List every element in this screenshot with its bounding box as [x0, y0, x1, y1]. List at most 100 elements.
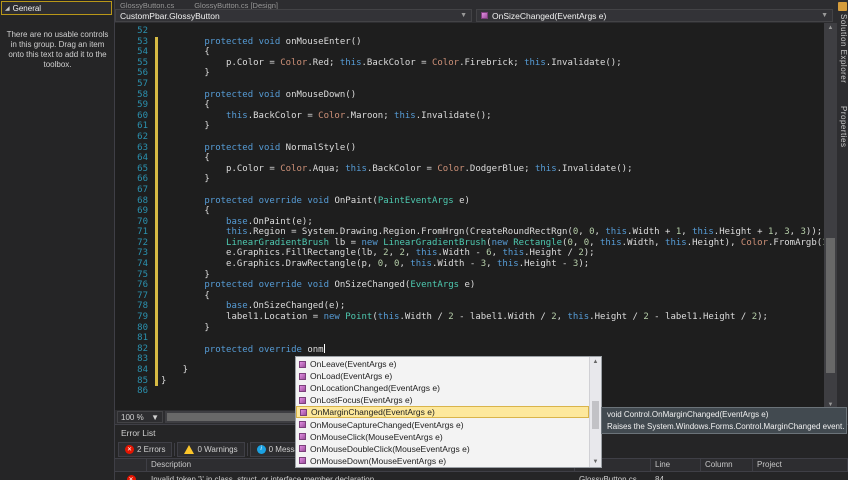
line-number: 67 [137, 184, 148, 195]
intellisense-tooltip: void Control.OnMarginChanged(EventArgs e… [601, 407, 847, 434]
line-number: 79 [137, 312, 148, 323]
code-line[interactable]: 80 } [115, 322, 824, 334]
change-tracking-bar [155, 237, 158, 249]
code-line[interactable]: 64 { [115, 153, 824, 164]
code-line[interactable]: 82 protected override onm [115, 343, 824, 355]
line-number: 64 [137, 153, 148, 164]
line-number: 59 [137, 100, 148, 111]
toolbox-group-general[interactable]: ◢ General [1, 1, 112, 15]
change-tracking-bar [155, 343, 158, 355]
code-line[interactable]: 68 protected override void OnPaint(Paint… [115, 195, 824, 207]
editor-vertical-scrollbar[interactable]: ▲ ▼ [824, 23, 837, 410]
code-line[interactable]: 79 label1.Location = new Point(this.Widt… [115, 312, 824, 323]
code-editor[interactable]: 52 53 protected void onMouseEnter() 54 {55… [115, 23, 824, 410]
code-line[interactable]: 57 [115, 78, 824, 90]
code-line[interactable]: 54 { [115, 47, 824, 58]
code-line[interactable]: 55 p.Color = Color.Red; this.BackColor =… [115, 57, 824, 69]
intellisense-item[interactable]: OnLeave(EventArgs e) [296, 358, 589, 370]
error-list-title: Error List [121, 428, 156, 438]
intellisense-item[interactable]: OnMarginChanged(EventArgs e) [296, 406, 589, 419]
change-tracking-bar [155, 57, 158, 69]
scroll-down-icon[interactable]: ▼ [590, 457, 601, 467]
intellisense-item[interactable]: OnMouseDown(MouseEventArgs e) [296, 455, 589, 467]
change-tracking-bar [155, 78, 158, 90]
change-tracking-bar [155, 195, 158, 207]
solution-explorer-icon[interactable] [838, 2, 847, 11]
project-column-header[interactable]: Project [753, 459, 848, 471]
change-tracking-bar [155, 227, 158, 238]
line-number: 54 [137, 47, 148, 58]
member-dropdown[interactable]: OnSizeChanged(EventArgs e) ▼ [476, 9, 833, 22]
code-line[interactable]: 73 e.Graphics.FillRectangle(lb, 2, 2, th… [115, 248, 824, 260]
change-tracking-bar [155, 216, 158, 228]
code-line[interactable]: 67 [115, 184, 824, 196]
code-line[interactable]: 69 { [115, 206, 824, 217]
code-line[interactable]: 52 [115, 26, 824, 37]
intellisense-item[interactable]: OnLocationChanged(EventArgs e) [296, 382, 589, 394]
line-number: 69 [137, 206, 148, 217]
error-row[interactable]: ✕ Invalid token '}' in class, struct, or… [115, 473, 848, 480]
code-line[interactable]: 59 { [115, 100, 824, 111]
method-icon [299, 384, 306, 392]
code-line[interactable]: 75 } [115, 269, 824, 281]
change-tracking-bar [155, 121, 158, 132]
code-line[interactable]: 71 this.Region = System.Drawing.Region.F… [115, 227, 824, 238]
line-number: 62 [137, 131, 148, 142]
change-tracking-bar [155, 68, 158, 79]
tab-properties[interactable]: Properties [838, 106, 848, 147]
column-column-header[interactable]: Column [701, 459, 753, 471]
code-line[interactable]: 72 LinearGradientBrush lb = new LinearGr… [115, 237, 824, 249]
code-line[interactable]: 65 p.Color = Color.Aqua; this.BackColor … [115, 163, 824, 175]
code-line[interactable]: 60 this.BackColor = Color.Maroon; this.I… [115, 110, 824, 122]
line-number: 52 [137, 26, 148, 36]
scrollbar-thumb[interactable] [826, 238, 835, 373]
toolbox-panel: ◢ General There are no usable controls i… [0, 0, 115, 480]
scroll-up-icon[interactable]: ▲ [824, 23, 837, 33]
code-line[interactable]: 81 [115, 333, 824, 344]
code-line[interactable]: 66 } [115, 174, 824, 185]
code-line[interactable]: 61 } [115, 121, 824, 132]
code-line[interactable]: 78 base.OnSizeChanged(e); [115, 301, 824, 313]
code-line[interactable]: 70 base.OnPaint(e); [115, 216, 824, 228]
line-number: 76 [137, 280, 148, 291]
chevron-down-icon: ▼ [151, 412, 159, 422]
code-line[interactable]: 76 protected override void OnSizeChanged… [115, 280, 824, 291]
intellisense-item[interactable]: OnMouseClick(MouseEventArgs e) [296, 431, 589, 443]
warnings-count-label: 0 Warnings [197, 444, 238, 454]
intellisense-scrollbar[interactable]: ▲ ▼ [589, 357, 601, 467]
code-line[interactable]: 58 protected void onMouseDown() [115, 89, 824, 101]
change-tracking-bar [155, 26, 158, 37]
type-dropdown[interactable]: CustomPbar.GlossyButton ▼ [115, 9, 472, 22]
code-line[interactable]: 62 [115, 131, 824, 143]
error-icon: ✕ [126, 474, 136, 480]
line-number: 68 [137, 195, 148, 206]
intellisense-item[interactable]: OnLoad(EventArgs e) [296, 370, 589, 382]
code-lines: 52 53 protected void onMouseEnter() 54 {55… [115, 26, 824, 397]
code-line[interactable]: 53 protected void onMouseEnter() [115, 36, 824, 48]
editor-navigation-bar: CustomPbar.GlossyButton ▼ OnSizeChanged(… [115, 9, 833, 22]
line-number: 61 [137, 121, 148, 132]
code-line[interactable]: 77 { [115, 290, 824, 302]
tab-solution-explorer[interactable]: Solution Explorer [838, 14, 848, 83]
line-column-header[interactable]: Line [651, 459, 701, 471]
change-tracking-bar [155, 153, 158, 164]
scroll-up-icon[interactable]: ▲ [590, 357, 601, 367]
intellisense-item[interactable]: OnMouseDoubleClick(MouseEventArgs e) [296, 443, 589, 455]
intellisense-item[interactable]: OnLostFocus(EventArgs e) [296, 394, 589, 406]
code-line[interactable]: 56 } [115, 68, 824, 79]
line-number: 85 [137, 375, 148, 386]
errors-filter-button[interactable]: ✕ 2 Errors [118, 441, 173, 457]
line-number: 73 [137, 248, 148, 259]
intellisense-item[interactable]: OnMouseCaptureChanged(EventArgs e) [296, 418, 589, 430]
change-tracking-bar [155, 163, 158, 175]
intellisense-popup: OnLeave(EventArgs e) OnLoad(EventArgs e) O… [295, 356, 602, 468]
scrollbar-thumb[interactable] [592, 401, 599, 429]
icon-column-header[interactable] [115, 459, 147, 471]
change-tracking-bar [155, 333, 158, 344]
code-line[interactable]: 74 e.Graphics.DrawRectangle(p, 0, 0, thi… [115, 259, 824, 270]
error-line: 84 [655, 474, 664, 480]
code-line[interactable]: 63 protected void NormalStyle() [115, 142, 824, 154]
warnings-filter-button[interactable]: 0 Warnings [177, 441, 245, 457]
zoom-control[interactable]: 100 % ▼ [117, 411, 163, 423]
error-file: GlossyButton.cs [579, 474, 637, 480]
